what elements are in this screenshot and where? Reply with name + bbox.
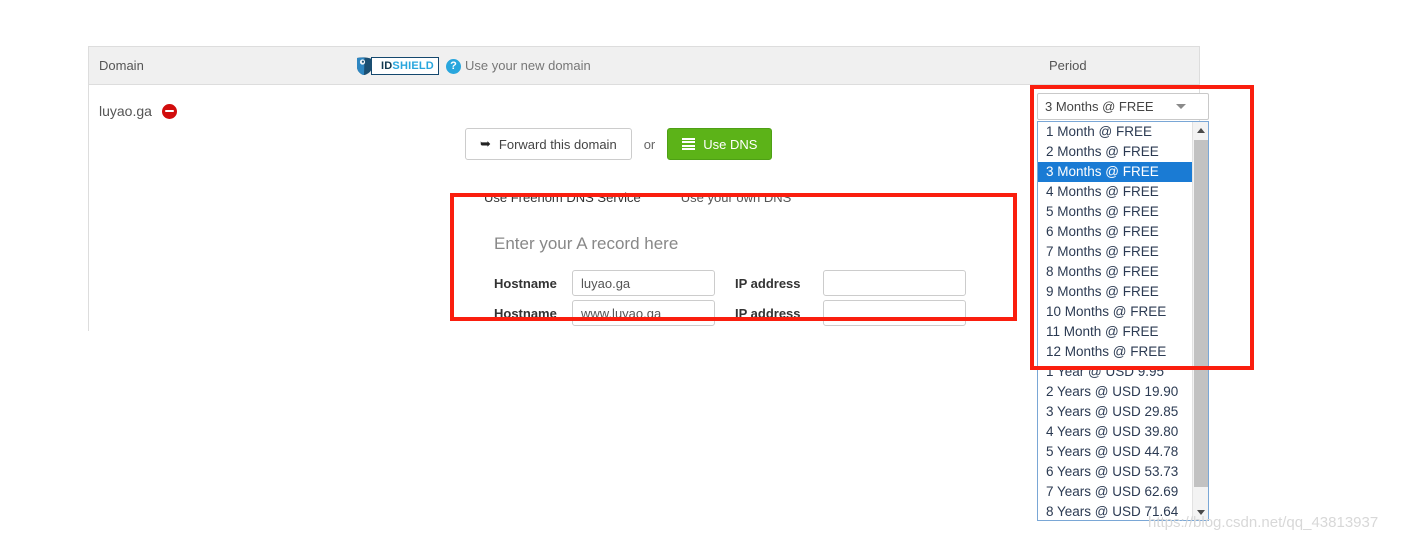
period-option[interactable]: 11 Month @ FREE (1038, 322, 1193, 342)
hostname-label: Hostname (494, 305, 557, 321)
period-option[interactable]: 4 Months @ FREE (1038, 182, 1193, 202)
hostname-label: Hostname (494, 275, 557, 291)
idshield-badge[interactable]: ID SHIELD ? (355, 56, 461, 76)
use-dns-button-label: Use DNS (703, 136, 758, 152)
period-option[interactable]: 10 Months @ FREE (1038, 302, 1193, 322)
column-header-use-new-domain: Use your new domain (465, 58, 591, 73)
domain-action-buttons: ➥ Forward this domain or Use DNS (465, 128, 773, 160)
or-separator-label: or (643, 136, 656, 152)
chevron-down-icon (1176, 104, 1186, 109)
period-option[interactable]: 7 Years @ USD 62.69 (1038, 482, 1193, 502)
ip-address-label: IP address (735, 305, 801, 321)
forward-button-label: Forward this domain (498, 136, 617, 152)
hostname-input[interactable] (572, 300, 715, 326)
period-option[interactable]: 8 Months @ FREE (1038, 262, 1193, 282)
idshield-wordmark: ID SHIELD (371, 57, 439, 75)
period-option[interactable]: 5 Months @ FREE (1038, 202, 1193, 222)
period-option[interactable]: 1 Month @ FREE (1038, 122, 1193, 142)
column-header-period: Period (1049, 58, 1087, 73)
tab-use-freenom-dns-service[interactable]: Use Freenom DNS Service (464, 180, 661, 215)
forward-arrow-icon: ➥ (480, 136, 491, 151)
period-option[interactable]: 6 Years @ USD 53.73 (1038, 462, 1193, 482)
dropdown-scrollbar[interactable] (1192, 122, 1208, 520)
help-icon[interactable]: ? (445, 58, 461, 74)
dns-tabs: Use Freenom DNS Service Use your own DNS (464, 180, 811, 215)
ip-address-input[interactable] (823, 300, 966, 326)
period-option[interactable]: 5 Years @ USD 44.78 (1038, 442, 1193, 462)
panel-body: luyao.ga ➥ Forward this domain or Use DN… (89, 85, 1199, 350)
panel-header: Domain ID SHIELD ? Use your new domain Pe… (89, 47, 1199, 85)
period-option[interactable]: 6 Months @ FREE (1038, 222, 1193, 242)
domain-panel: Domain ID SHIELD ? Use your new domain Pe… (88, 46, 1200, 350)
hostname-input[interactable] (572, 270, 715, 296)
column-header-domain: Domain (99, 58, 144, 73)
idshield-text-id: ID (381, 60, 393, 72)
period-dropdown-list[interactable]: 1 Month @ FREE 2 Months @ FREE 3 Months @ … (1037, 121, 1209, 521)
period-option[interactable]: 3 Years @ USD 29.85 (1038, 402, 1193, 422)
period-option[interactable]: 12 Months @ FREE (1038, 342, 1193, 362)
period-option[interactable]: 2 Months @ FREE (1038, 142, 1193, 162)
period-option-list: 1 Month @ FREE 2 Months @ FREE 3 Months @ … (1038, 122, 1193, 520)
a-record-panel: Enter your A record here Hostname IP add… (464, 218, 1021, 350)
a-record-row: Hostname IP address (494, 270, 966, 296)
domain-name-label: luyao.ga (99, 103, 152, 119)
forward-this-domain-button[interactable]: ➥ Forward this domain (465, 128, 632, 160)
period-selected-value: 3 Months @ FREE (1045, 99, 1154, 114)
watermark: https://blog.csdn.net/qq_43813937 (1148, 514, 1379, 531)
ip-address-label: IP address (735, 275, 801, 291)
period-option[interactable]: 2 Years @ USD 19.90 (1038, 382, 1193, 402)
scrollbar-thumb[interactable] (1194, 140, 1208, 487)
shield-icon (355, 56, 377, 76)
period-option[interactable]: 4 Years @ USD 39.80 (1038, 422, 1193, 442)
a-record-row: Hostname IP address (494, 300, 966, 326)
idshield-text-shield: SHIELD (392, 60, 434, 72)
period-option[interactable]: 3 Months @ FREE (1038, 162, 1193, 182)
period-option[interactable]: 1 Year @ USD 9.95 (1038, 362, 1193, 382)
period-option[interactable]: 9 Months @ FREE (1038, 282, 1193, 302)
no-entry-icon[interactable] (161, 103, 177, 119)
list-lines-icon (682, 138, 696, 150)
ip-address-input[interactable] (823, 270, 966, 296)
scroll-up-arrow-icon[interactable] (1193, 122, 1208, 138)
period-select[interactable]: 3 Months @ FREE (1037, 93, 1209, 120)
tab-use-your-own-dns[interactable]: Use your own DNS (661, 180, 812, 215)
period-option[interactable]: 7 Months @ FREE (1038, 242, 1193, 262)
a-record-title: Enter your A record here (494, 234, 679, 253)
use-dns-button[interactable]: Use DNS (667, 128, 773, 160)
domain-row: luyao.ga (99, 103, 177, 119)
